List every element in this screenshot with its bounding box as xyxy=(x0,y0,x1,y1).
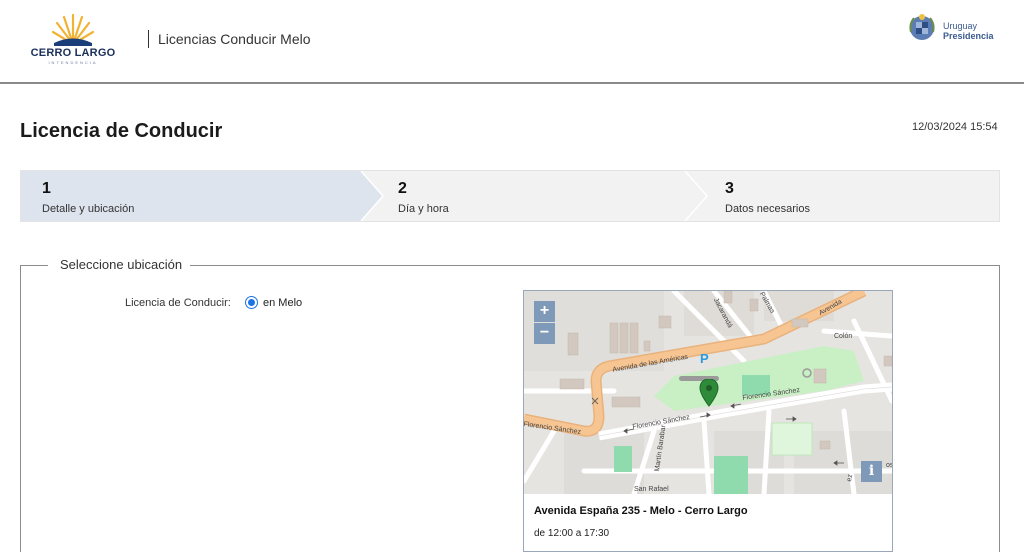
street-label: ez xyxy=(846,473,855,483)
fieldset-legend: Seleccione ubicación xyxy=(48,257,191,272)
license-field-label: Licencia de Conducir: xyxy=(125,297,231,309)
location-option-label[interactable]: en Melo xyxy=(263,297,302,309)
step-number: 2 xyxy=(398,180,407,197)
page-title: Licencia de Conducir xyxy=(20,120,223,142)
map-zoom-in-button[interactable]: + xyxy=(534,301,555,322)
step-label: Detalle y ubicación xyxy=(42,203,135,215)
wizard-step-2[interactable]: 2 Día y hora xyxy=(398,171,678,221)
app-title: Licencias Conducir Melo xyxy=(158,31,311,47)
logo-text: CERRO LARGO xyxy=(30,47,116,59)
current-datetime: 12/03/2024 15:54 xyxy=(912,121,998,133)
location-hours: de 12:00 a 17:30 xyxy=(534,528,610,539)
cerro-largo-logo[interactable]: CERRO LARGO INTENDENCIA xyxy=(26,12,120,65)
wizard-step-1[interactable]: 1 Detalle y ubicación xyxy=(42,171,342,221)
wizard-step-3[interactable]: 3 Datos necesarios xyxy=(725,171,985,221)
step-number: 1 xyxy=(42,180,51,197)
logo-subtext: INTENDENCIA xyxy=(48,60,98,65)
step-number: 3 xyxy=(725,180,734,197)
location-marker-icon[interactable] xyxy=(699,379,719,407)
sun-logo-icon xyxy=(52,13,94,46)
parking-icon: P xyxy=(700,351,709,366)
top-header: CERRO LARGO INTENDENCIA Licencias Conduc… xyxy=(0,0,1024,84)
location-map[interactable]: Avenida de las Américas Florencio Sánche… xyxy=(524,291,892,494)
gov-country: Uruguay xyxy=(943,21,978,31)
location-radio-melo[interactable] xyxy=(245,296,258,309)
presidencia-logo[interactable]: Uruguay Presidencia xyxy=(906,12,1006,44)
street-label: San Rafael xyxy=(634,486,669,493)
coat-of-arms-icon xyxy=(909,14,935,40)
street-label: Colón xyxy=(834,333,853,340)
header-divider xyxy=(148,30,149,48)
location-map-card: Avenida de las Américas Florencio Sánche… xyxy=(523,290,893,552)
map-zoom-out-button[interactable]: − xyxy=(534,323,555,344)
map-info-icon[interactable]: i xyxy=(861,461,882,482)
wizard-steps: 1 Detalle y ubicación 2 Día y hora 3 Dat… xyxy=(20,170,1000,222)
location-address: Avenida España 235 - Melo - Cerro Largo xyxy=(534,505,748,517)
step-label: Datos necesarios xyxy=(725,203,810,215)
step-label: Día y hora xyxy=(398,203,449,215)
street-label: os xyxy=(886,462,892,469)
gov-name: Presidencia xyxy=(943,31,994,41)
